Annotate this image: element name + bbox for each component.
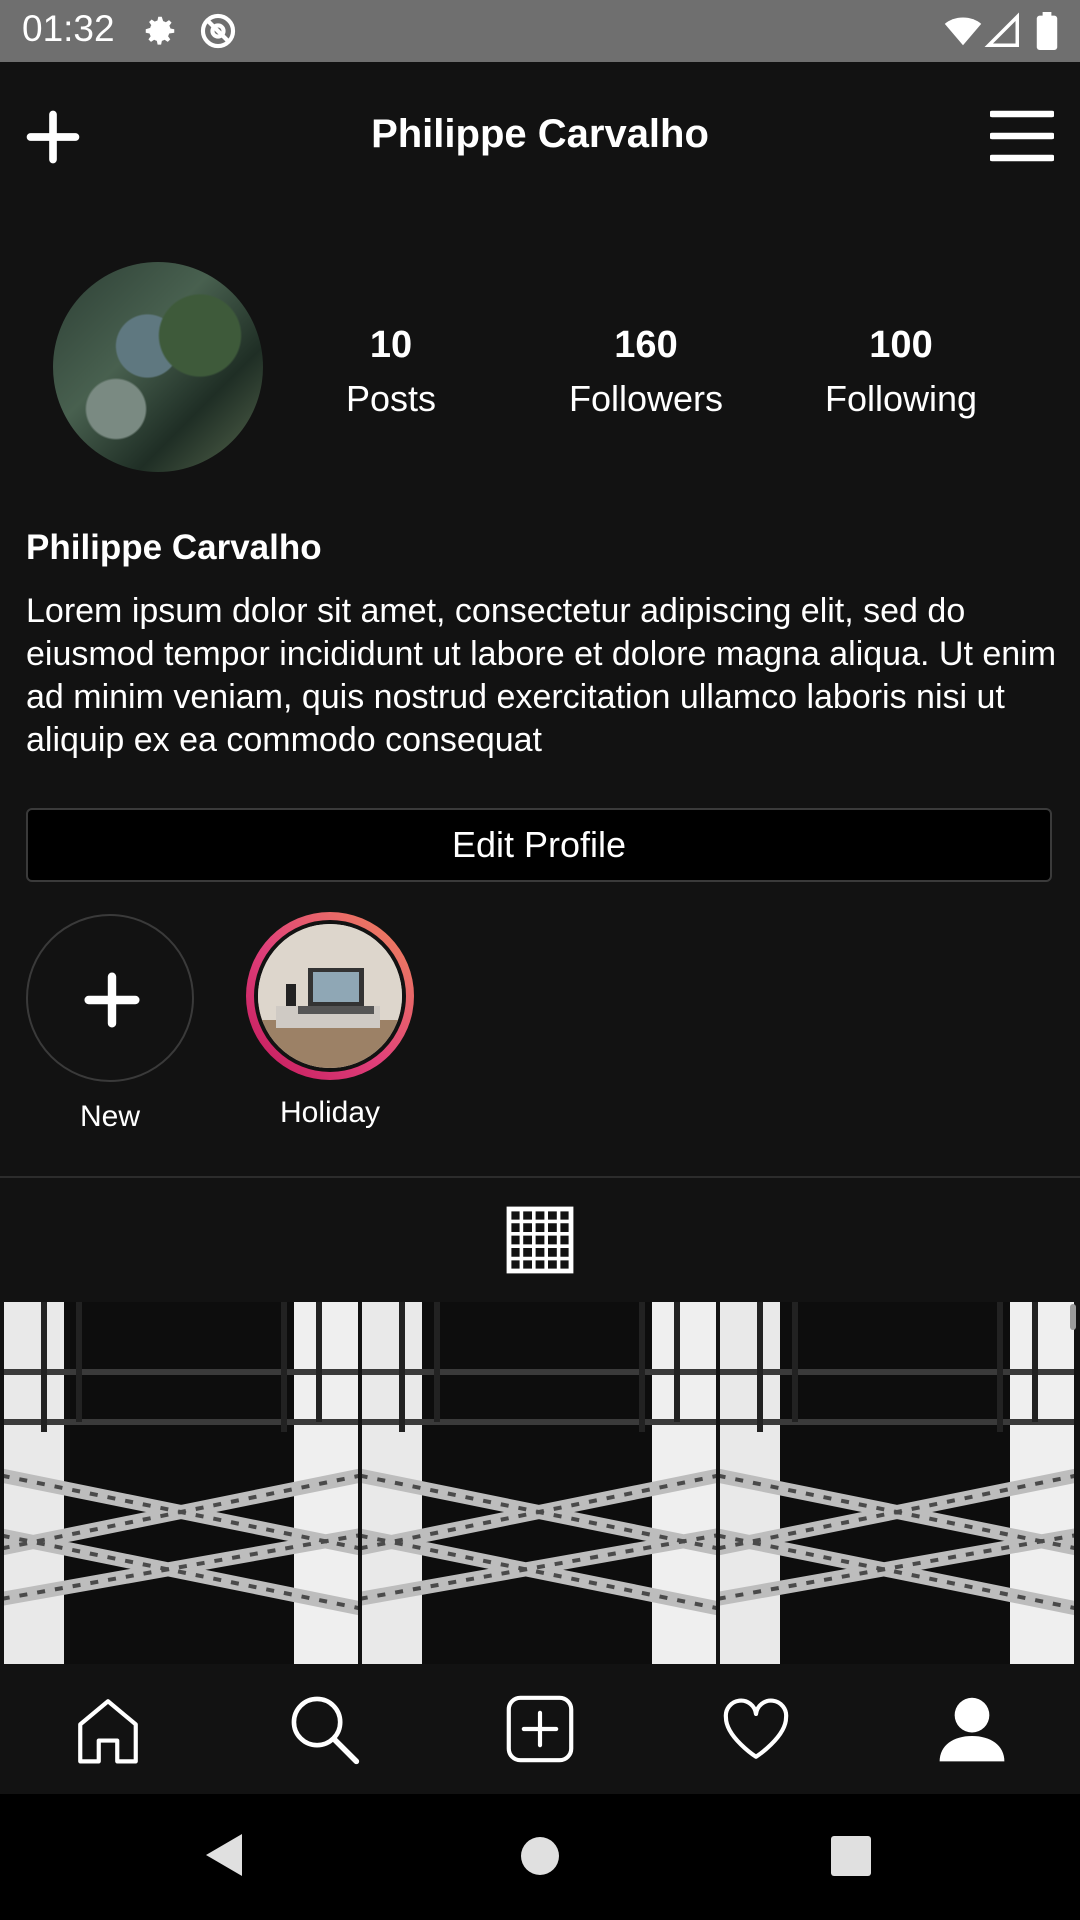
stat-value: 100 bbox=[869, 324, 933, 366]
laptop-photo bbox=[258, 924, 402, 1068]
recents-icon[interactable] bbox=[831, 1836, 871, 1876]
status-time: 01:32 bbox=[22, 8, 115, 49]
stat-value: 10 bbox=[369, 324, 413, 366]
search-icon[interactable] bbox=[287, 1692, 361, 1766]
edit-profile-button[interactable]: Edit Profile bbox=[26, 808, 1052, 882]
post-thumbnail[interactable] bbox=[4, 1302, 358, 1664]
page-title: Philippe Carvalho bbox=[371, 112, 709, 156]
stat-followers[interactable]: 160 Followers bbox=[546, 318, 746, 426]
grid-icon[interactable] bbox=[506, 1206, 574, 1274]
stat-label: Following bbox=[824, 378, 978, 419]
stat-value: 160 bbox=[614, 324, 678, 366]
avatar[interactable] bbox=[53, 262, 263, 472]
scrollbar[interactable] bbox=[1070, 1304, 1076, 1330]
divider bbox=[0, 1176, 1080, 1178]
stat-posts[interactable]: 10 Posts bbox=[291, 318, 491, 426]
gear-icon bbox=[145, 16, 175, 45]
profile-icon[interactable] bbox=[935, 1692, 1009, 1766]
home-icon[interactable] bbox=[71, 1692, 145, 1766]
at-sign-icon bbox=[200, 13, 236, 49]
new-highlight-button[interactable] bbox=[26, 914, 194, 1082]
profile-name: Philippe Carvalho bbox=[26, 528, 322, 567]
profile-bio: Lorem ipsum dolor sit amet, consectetur … bbox=[26, 592, 1057, 759]
plus-icon bbox=[84, 972, 140, 1028]
heart-icon[interactable] bbox=[719, 1692, 793, 1766]
highlight-label: New bbox=[79, 1100, 140, 1133]
battery-icon bbox=[1036, 12, 1058, 50]
highlight-holiday-image[interactable] bbox=[254, 920, 406, 1072]
menu-icon[interactable] bbox=[990, 110, 1054, 162]
stat-label: Followers bbox=[568, 378, 724, 419]
add-post-icon[interactable] bbox=[503, 1692, 577, 1766]
back-icon[interactable] bbox=[204, 1832, 244, 1878]
post-thumbnail[interactable] bbox=[362, 1302, 716, 1664]
signal-icon bbox=[984, 12, 1019, 47]
stat-label: Posts bbox=[345, 378, 437, 419]
post-thumbnail[interactable] bbox=[720, 1302, 1074, 1664]
wifi-icon bbox=[944, 17, 982, 46]
home-button-icon[interactable] bbox=[520, 1836, 560, 1876]
highlight-label: Holiday bbox=[279, 1096, 381, 1129]
stat-following[interactable]: 100 Following bbox=[801, 318, 1001, 426]
